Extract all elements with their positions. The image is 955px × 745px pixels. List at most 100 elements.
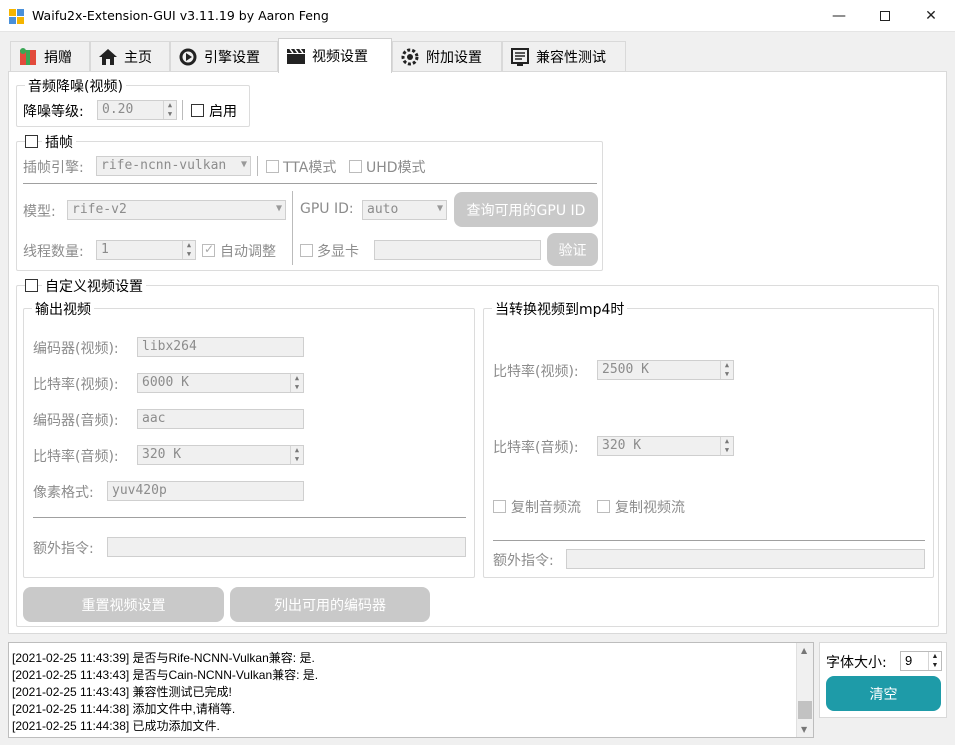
frame-interpolation-checkbox[interactable] — [25, 135, 38, 148]
uhd-mode-checkbox[interactable] — [349, 160, 362, 173]
denoise-enable-checkbox[interactable] — [191, 104, 204, 117]
side-panel: 字体大小: 9 ▲ ▼ 清空 — [819, 642, 947, 718]
output-video-title: 输出视频 — [32, 299, 94, 319]
video-encoder-label: 编码器(视频): — [33, 341, 119, 357]
custom-video-settings-checkbox[interactable] — [25, 279, 38, 292]
video-settings-panel: 音频降噪(视频) 降噪等级: 0.20 ▲ ▼ 启用 插帧 插帧引擎: rife-… — [8, 71, 947, 634]
spin-arrows-icon: ▲ ▼ — [720, 437, 733, 455]
multi-gpu-checkbox[interactable] — [300, 244, 313, 257]
log-line: [2021-02-25 11:43:43] 兼容性测试已完成! — [12, 685, 232, 699]
audio-bitrate-label: 比特率(音频): — [33, 449, 119, 465]
clear-log-button[interactable]: 清空 — [826, 676, 941, 711]
maximize-button[interactable] — [862, 0, 908, 31]
clapperboard-icon — [287, 48, 305, 64]
minimize-button[interactable]: — — [816, 0, 862, 31]
spin-arrows-icon: ▲ ▼ — [928, 652, 941, 670]
mp4-conversion-title: 当转换视频到mp4时 — [492, 299, 628, 319]
engine-icon — [179, 48, 197, 66]
log-line: [2021-02-25 11:44:38] 已成功添加文件. — [12, 719, 220, 733]
interp-engine-label: 插帧引擎: — [23, 160, 84, 176]
chevron-down-icon: ▼ — [275, 203, 282, 214]
scroll-up-icon[interactable]: ▲ — [801, 646, 807, 655]
scroll-thumb[interactable] — [798, 701, 812, 719]
copy-audio-stream-label: 复制音频流 — [511, 500, 581, 516]
audio-bitrate-spinbox[interactable]: 320 K ▲ ▼ — [137, 445, 304, 465]
denoise-level-spinbox[interactable]: 0.20 ▲ ▼ — [97, 100, 177, 120]
home-icon — [99, 49, 117, 65]
threads-label: 线程数量: — [23, 244, 84, 260]
tab-home[interactable]: 主页 — [90, 41, 170, 72]
gear-icon — [401, 48, 419, 66]
multi-gpu-label: 多显卡 — [317, 244, 359, 260]
video-bitrate-label: 比特率(视频): — [33, 377, 119, 393]
uhd-mode-label: UHD模式 — [366, 160, 426, 176]
auto-adjust-checkbox[interactable] — [202, 242, 215, 257]
minimize-icon: — — [832, 7, 846, 24]
tab-donate[interactable]: 捐赠 — [10, 41, 90, 72]
tab-compatibility-test[interactable]: 兼容性测试 — [502, 41, 626, 72]
maximize-icon — [880, 10, 890, 21]
scroll-down-icon[interactable]: ▼ — [801, 725, 807, 734]
frame-interpolation-title: 插帧 — [42, 132, 76, 152]
log-scrollbar[interactable]: ▲ ▼ — [796, 643, 813, 737]
tab-video-settings[interactable]: 视频设置 — [278, 38, 392, 73]
app-icon — [8, 7, 26, 25]
mp4-video-bitrate-label: 比特率(视频): — [493, 364, 579, 380]
mp4-audio-bitrate-spinbox[interactable]: 320 K ▲ ▼ — [597, 436, 734, 456]
copy-video-stream-checkbox[interactable] — [597, 500, 610, 513]
spin-arrows-icon: ▲ ▼ — [290, 374, 303, 392]
gpu-id-select[interactable]: auto ▼ — [362, 200, 447, 220]
tta-mode-label: TTA模式 — [283, 160, 337, 176]
tab-additional-settings[interactable]: 附加设置 — [392, 41, 502, 72]
spin-arrows-icon: ▲ ▼ — [163, 101, 176, 119]
model-label: 模型: — [23, 204, 56, 220]
donate-icon — [20, 48, 36, 65]
log-textbox[interactable]: [2021-02-25 11:43:39] 是否与Rife-NCNN-Vulka… — [8, 642, 814, 738]
custom-video-settings-title: 自定义视频设置 — [42, 276, 146, 296]
output-video-group: 输出视频 编码器(视频): libx264 比特率(视频): 6000 K ▲ ▼… — [23, 299, 475, 578]
mp4-audio-bitrate-label: 比特率(音频): — [493, 440, 579, 456]
pixel-format-input[interactable]: yuv420p — [107, 481, 304, 501]
gpu-id-label: GPU ID: — [300, 201, 354, 217]
video-bitrate-spinbox[interactable]: 6000 K ▲ ▼ — [137, 373, 304, 393]
log-line: [2021-02-25 11:43:39] 是否与Rife-NCNN-Vulka… — [12, 651, 315, 665]
mp4-video-bitrate-spinbox[interactable]: 2500 K ▲ ▼ — [597, 360, 734, 380]
interp-engine-select[interactable]: rife-ncnn-vulkan ▼ — [96, 156, 251, 176]
mp4-extra-command-label: 额外指令: — [493, 553, 554, 569]
audio-denoise-title: 音频降噪(视频) — [25, 76, 126, 96]
audio-denoise-group: 音频降噪(视频) 降噪等级: 0.20 ▲ ▼ 启用 — [16, 76, 250, 127]
verify-button[interactable]: 验证 — [547, 233, 598, 266]
video-encoder-input[interactable]: libx264 — [137, 337, 304, 357]
tta-mode-checkbox[interactable] — [266, 160, 279, 173]
copy-audio-stream-checkbox[interactable] — [493, 500, 506, 513]
multi-gpu-input[interactable] — [374, 240, 541, 260]
font-size-spinbox[interactable]: 9 ▲ ▼ — [900, 651, 942, 671]
audio-encoder-label: 编码器(音频): — [33, 413, 119, 429]
custom-video-settings-group: 自定义视频设置 输出视频 编码器(视频): libx264 比特率(视频): 6… — [16, 276, 939, 627]
mp4-conversion-group: 当转换视频到mp4时 比特率(视频): 2500 K ▲ ▼ 比特率(音频): 3… — [483, 299, 934, 578]
auto-adjust-label: 自动调整 — [220, 244, 276, 260]
output-extra-command-input[interactable] — [107, 537, 466, 557]
log-line: [2021-02-25 11:43:43] 是否与Cain-NCNN-Vulka… — [12, 668, 319, 682]
close-button[interactable]: ✕ — [908, 0, 954, 31]
chevron-down-icon: ▼ — [436, 203, 443, 214]
list-encoders-button[interactable]: 列出可用的编码器 — [230, 587, 430, 622]
denoise-enable-label: 启用 — [209, 104, 237, 120]
frame-interpolation-group: 插帧 插帧引擎: rife-ncnn-vulkan ▼ TTA模式 UHD模式 模… — [16, 132, 603, 271]
window-title: Waifu2x-Extension-GUI v3.11.19 by Aaron … — [32, 8, 329, 23]
tab-engine-settings[interactable]: 引擎设置 — [170, 41, 278, 72]
reset-video-settings-button[interactable]: 重置视频设置 — [23, 587, 224, 622]
audio-encoder-input[interactable]: aac — [137, 409, 304, 429]
threads-spinbox[interactable]: 1 ▲ ▼ — [96, 240, 196, 260]
font-size-label: 字体大小: — [826, 655, 887, 671]
chevron-down-icon: ▼ — [240, 159, 247, 170]
spin-arrows-icon: ▲ ▼ — [182, 241, 195, 259]
pixel-format-label: 像素格式: — [33, 485, 94, 501]
mp4-extra-command-input[interactable] — [566, 549, 925, 569]
output-extra-command-label: 额外指令: — [33, 541, 94, 557]
query-gpu-id-button[interactable]: 查询可用的GPU ID — [454, 192, 598, 227]
model-select[interactable]: rife-v2 ▼ — [67, 200, 286, 220]
close-icon: ✕ — [925, 7, 937, 24]
log-line: [2021-02-25 11:44:38] 添加文件中,请稍等. — [12, 702, 236, 716]
denoise-level-label: 降噪等级: — [23, 104, 84, 120]
